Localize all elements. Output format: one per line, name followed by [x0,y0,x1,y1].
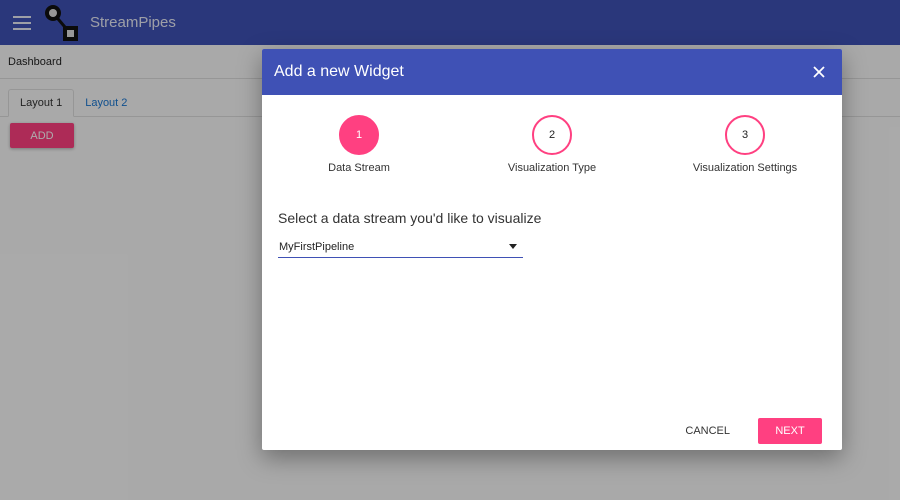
next-button[interactable]: NEXT [758,418,822,444]
step-2-label: Visualization Type [507,162,597,174]
dialog-title: Add a new Widget [274,63,404,80]
close-button[interactable] [808,61,830,83]
dialog-actions: CANCEL NEXT [671,418,822,444]
step-visualization-type: 2 Visualization Type [472,115,632,174]
cancel-button[interactable]: CANCEL [671,418,744,444]
stream-question: Select a data stream you'd like to visua… [278,210,542,226]
selected-stream-value: MyFirstPipeline [279,240,355,253]
add-widget-dialog: Add a new Widget 1 Data Stream 2 Visuali… [262,49,842,450]
close-icon [813,66,825,78]
stepper: 1 Data Stream 2 Visualization Type 3 Vis… [262,95,842,205]
dialog-content: Select a data stream you'd like to visua… [262,210,842,258]
step-1-indicator[interactable]: 1 [339,115,379,155]
dropdown-arrow-icon [509,244,517,249]
step-visualization-settings: 3 Visualization Settings [665,115,825,174]
data-stream-select[interactable]: MyFirstPipeline [278,236,523,258]
step-3-label: Visualization Settings [692,162,798,174]
step-3-indicator[interactable]: 3 [725,115,765,155]
dialog-header: Add a new Widget [262,49,842,95]
step-2-indicator[interactable]: 2 [532,115,572,155]
step-1-label: Data Stream [328,162,390,174]
step-data-stream: 1 Data Stream [279,115,439,174]
